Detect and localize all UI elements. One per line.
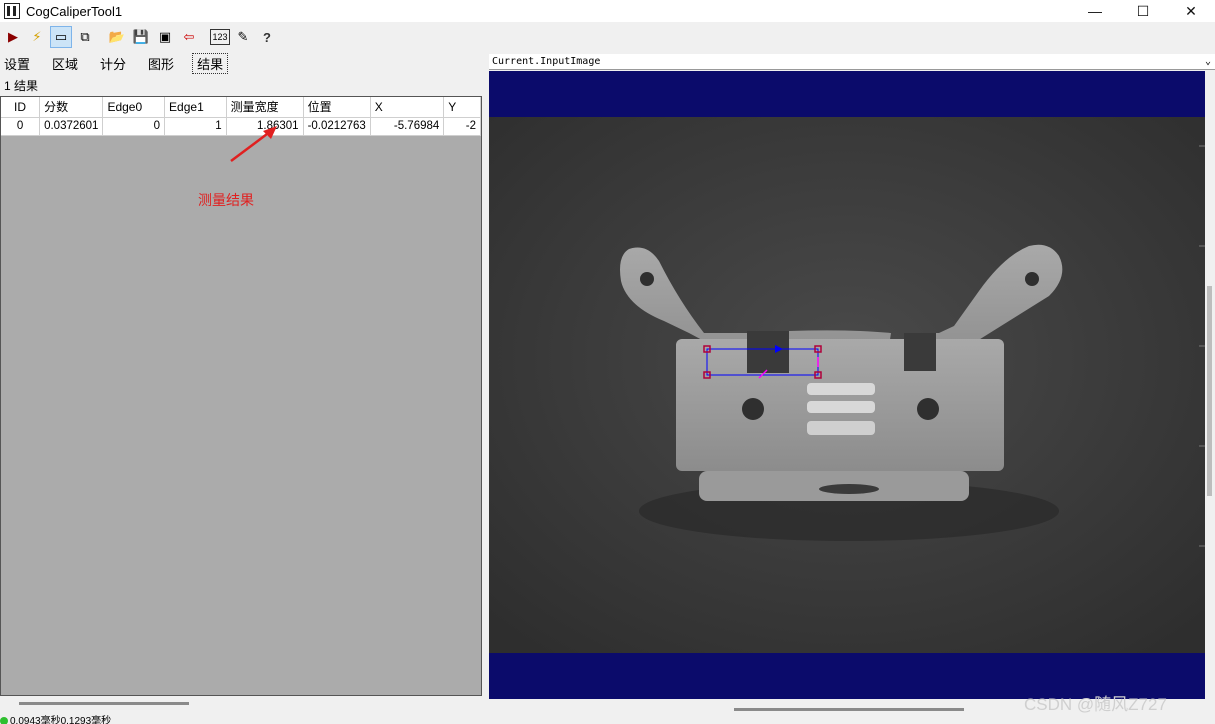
- image-canvas[interactable]: [489, 71, 1205, 699]
- cell-score[interactable]: 0.0372601: [39, 117, 104, 136]
- tab-scoring[interactable]: 计分: [96, 54, 130, 73]
- column-header[interactable]: 位置: [303, 97, 371, 118]
- table-header-row: ID 分数 Edge0 Edge1 测量宽度 位置 X Y: [1, 97, 481, 118]
- image-grab-icon[interactable]: ▣: [154, 26, 176, 48]
- window-controls: — ☐ ✕: [1071, 0, 1215, 22]
- vertical-scrollbar[interactable]: [1205, 71, 1215, 699]
- status-bar: 0.0943毫秒0.1293毫秒: [0, 712, 482, 724]
- window-title: CogCaliperTool1: [26, 3, 123, 19]
- close-button[interactable]: ✕: [1167, 0, 1215, 22]
- annotation-label: 测量结果: [198, 192, 254, 208]
- cell-edge1[interactable]: 1: [164, 117, 227, 136]
- annotation-arrow: [230, 126, 277, 162]
- run-icon[interactable]: ▶: [2, 26, 24, 48]
- results-count-label: 1 结果: [4, 79, 39, 93]
- minimize-button[interactable]: —: [1071, 0, 1119, 22]
- import-icon[interactable]: ⇦: [178, 26, 200, 48]
- title-bar: CogCaliperTool1 — ☐ ✕: [0, 0, 1215, 22]
- save-icon[interactable]: 💾: [130, 26, 152, 48]
- maximize-button[interactable]: ☐: [1119, 0, 1167, 22]
- help-icon[interactable]: ?: [256, 26, 278, 48]
- vertical-scrollbar-thumb[interactable]: [1207, 286, 1212, 496]
- app-icon: [4, 3, 20, 19]
- cell-y[interactable]: -2: [443, 117, 481, 136]
- cell-edge0[interactable]: 0: [102, 117, 166, 136]
- watermark: CSDN @随风Z727: [1024, 695, 1167, 714]
- column-header[interactable]: ID: [1, 97, 41, 118]
- tab-settings[interactable]: 设置: [0, 54, 34, 73]
- horizontal-scrollbar[interactable]: [19, 702, 189, 705]
- image-horizontal-scrollbar[interactable]: [734, 708, 964, 711]
- tab-region[interactable]: 区域: [48, 54, 82, 73]
- tab-graphics[interactable]: 图形: [144, 54, 178, 73]
- column-header[interactable]: X: [370, 97, 445, 118]
- column-header[interactable]: Y: [443, 97, 481, 118]
- status-time: 0.0943毫秒0.1293毫秒: [10, 716, 112, 724]
- column-header[interactable]: Edge1: [164, 97, 227, 118]
- tab-strip: 设置 区域 计分 图形 结果: [0, 52, 482, 74]
- display-icon[interactable]: ▭: [50, 26, 72, 48]
- toolbar: ▶ ⚡ ▭ ⧉ 📂 💾 ▣ ⇦ 123 ✎ ?: [0, 24, 1215, 50]
- column-header[interactable]: 分数: [39, 97, 104, 118]
- flash-icon[interactable]: ⚡: [26, 26, 48, 48]
- column-header[interactable]: Edge0: [102, 97, 166, 118]
- image-source-select[interactable]: Current.InputImage ⌄: [489, 54, 1215, 70]
- cell-id[interactable]: 0: [1, 117, 41, 136]
- image-source-label: Current.InputImage: [492, 56, 601, 67]
- chevron-down-icon[interactable]: ⌄: [1205, 54, 1211, 70]
- column-header[interactable]: 测量宽度: [226, 97, 304, 118]
- status-ok-icon: [0, 717, 8, 724]
- open-icon[interactable]: 📂: [106, 26, 128, 48]
- numbers-icon[interactable]: 123: [210, 29, 230, 45]
- inspection-image: [489, 117, 1205, 653]
- cell-position[interactable]: -0.0212763: [303, 117, 371, 136]
- image-display: Current.InputImage ⌄: [489, 54, 1215, 714]
- pen-icon[interactable]: ✎: [232, 26, 254, 48]
- results-grid[interactable]: ID 分数 Edge0 Edge1 测量宽度 位置 X Y 0 0.037260…: [0, 96, 482, 705]
- cell-x[interactable]: -5.76984: [370, 117, 445, 136]
- tab-results[interactable]: 结果: [192, 52, 229, 74]
- copy-icon[interactable]: ⧉: [74, 26, 96, 48]
